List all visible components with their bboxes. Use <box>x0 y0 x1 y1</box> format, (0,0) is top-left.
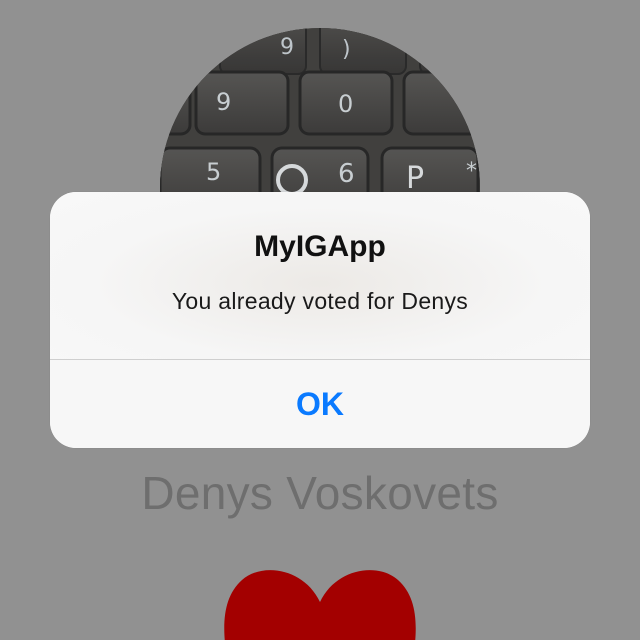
profile-name: Denys Voskovets <box>141 467 499 519</box>
ok-button[interactable]: OK <box>50 360 590 448</box>
alert-body: MyIGApp You already voted for Denys <box>50 192 590 359</box>
alert-title: MyIGApp <box>254 230 386 263</box>
app-screen: 9 ) 9 0 5 6 P * Denys Voskovets MyIGApp … <box>0 0 640 640</box>
alert-message: You already voted for Denys <box>171 288 469 314</box>
heart-icon[interactable] <box>222 562 418 640</box>
alert-dialog: MyIGApp You already voted for Denys OK <box>50 192 590 448</box>
